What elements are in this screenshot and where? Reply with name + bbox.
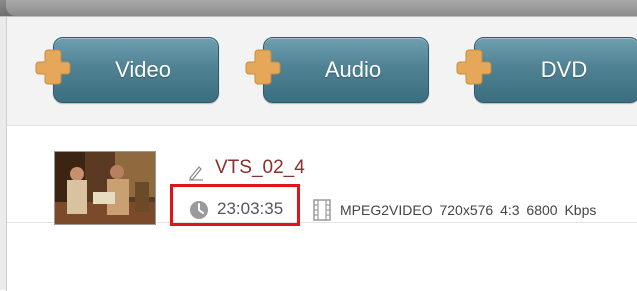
add-video-label: Video [115,57,171,82]
window-top-bar-inner [6,0,637,16]
add-audio-label: Audio [324,57,382,82]
toolbar: Video Audio DVD [6,17,637,125]
clock-icon [190,201,208,219]
file-name[interactable]: VTS_02_4 [215,157,305,179]
plus-icon [35,49,71,85]
add-audio-button[interactable]: Audio [263,37,429,103]
file-list: VTS_02_4 23:03:35 MPEG2VIDEO 720x576 4:3… [6,125,637,291]
window-top-bar [0,0,637,17]
film-icon [313,199,331,221]
file-duration: 23:03:35 [217,199,284,218]
add-video-button[interactable]: Video [53,37,219,103]
video-codec-info[interactable]: MPEG2VIDEO 720x576 4:3 6800 Kbps [340,202,596,218]
thumbnail-image [55,152,155,224]
plus-icon [456,49,492,85]
add-dvd-label: DVD [540,57,588,82]
add-dvd-button[interactable]: DVD [474,37,637,103]
file-row[interactable]: VTS_02_4 23:03:35 MPEG2VIDEO 720x576 4:3… [7,126,637,226]
video-thumbnail[interactable] [54,151,156,225]
plus-icon [245,49,281,85]
app-window: Video Audio DVD VTS_02_4 23:03:35 MPEG2V… [0,0,637,291]
edit-icon[interactable] [187,163,205,181]
